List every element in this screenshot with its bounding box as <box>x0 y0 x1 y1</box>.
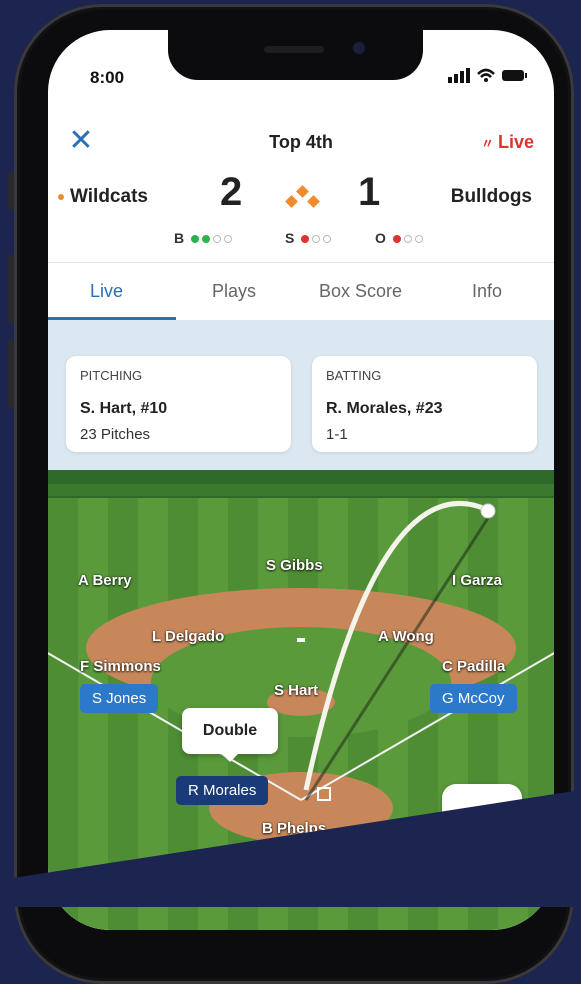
sound-button[interactable]: 🔊︎ <box>442 784 522 842</box>
speaker <box>264 46 324 53</box>
play-result-tooltip: Double <box>182 708 278 762</box>
strikes-label: S <box>285 230 295 246</box>
tab-plays[interactable]: Plays <box>212 281 256 302</box>
fielder-label: I Garza <box>452 572 503 589</box>
fielder-label: C Padilla <box>442 658 506 675</box>
outs-count: O <box>375 230 423 246</box>
camera <box>353 42 365 54</box>
app-screen: 8:00 ✕ Top 4th 〃 Live Wildcats 2 1 Bulldo… <box>48 30 554 930</box>
fielder-label: B Phelps <box>262 820 327 837</box>
pitcher-stat: 23 Pitches <box>80 426 151 443</box>
balls-label: B <box>174 230 185 246</box>
runner-chip[interactable]: S Jones <box>80 684 159 713</box>
ball-dot <box>202 235 211 244</box>
outs-label: O <box>375 230 386 246</box>
strikes-count: S <box>285 230 332 246</box>
signal-wifi-battery-icon <box>448 68 527 83</box>
fielder-label: A Wong <box>378 628 434 645</box>
phone-side-button <box>8 172 14 210</box>
possession-dot <box>58 193 64 200</box>
away-score: 1 <box>358 170 381 214</box>
batter-name: R. Morales, #23 <box>326 400 443 417</box>
fielder-label: F Simmons <box>80 658 161 675</box>
strike-dot <box>301 235 310 244</box>
tab-box-score[interactable]: Box Score <box>319 281 402 302</box>
home-team: Wildcats <box>58 186 148 208</box>
batting-card: BATTING R. Morales, #23 1-1 <box>312 356 537 452</box>
ball-dot <box>191 235 200 244</box>
ball-dot <box>224 235 233 244</box>
status-icons <box>448 66 528 84</box>
out-dot <box>403 235 412 244</box>
ball-dot <box>213 235 222 244</box>
live-field-view: PITCHING S. Hart, #10 23 Pitches BATTING… <box>48 320 554 930</box>
tab-bar: Live Plays Box Score Info <box>48 262 554 322</box>
pitcher-name: S. Hart, #10 <box>80 400 168 417</box>
fielder-label: A Berry <box>78 572 132 589</box>
baseball-icon <box>480 503 496 519</box>
pitching-header: PITCHING <box>80 368 143 383</box>
phone-side-button <box>8 254 14 324</box>
balls-count: B <box>174 230 233 246</box>
batting-header: BATTING <box>326 368 382 383</box>
pitching-card: PITCHING S. Hart, #10 23 Pitches <box>66 356 291 452</box>
fielder-label: S Hart <box>274 682 319 699</box>
batter-stat: 1-1 <box>326 426 348 443</box>
home-team-name: Wildcats <box>70 186 148 207</box>
tab-info[interactable]: Info <box>472 281 502 302</box>
home-score: 2 <box>220 170 243 214</box>
live-label: Live <box>497 132 534 152</box>
out-dot <box>392 235 401 244</box>
runner-chip[interactable]: G McCoy <box>430 684 517 713</box>
fielder-label: L Delgado <box>152 628 225 645</box>
fielder-label: S Gibbs <box>266 557 323 574</box>
phone-side-button <box>8 339 14 409</box>
bases-icon <box>285 185 320 208</box>
tab-live[interactable]: Live <box>90 281 123 302</box>
notch <box>168 30 423 80</box>
away-team-name: Bulldogs <box>450 186 532 207</box>
strike-dot <box>323 235 332 244</box>
status-time: 8:00 <box>90 68 125 87</box>
out-dot <box>414 235 423 244</box>
live-badge: 〃 Live <box>481 132 534 153</box>
batter-chip[interactable]: R Morales <box>176 776 269 805</box>
speaker-icon: 🔊︎ <box>475 800 489 825</box>
live-signal-icon: 〃 <box>480 136 494 151</box>
inning-label: Top 4th <box>269 132 333 152</box>
strike-dot <box>312 235 321 244</box>
